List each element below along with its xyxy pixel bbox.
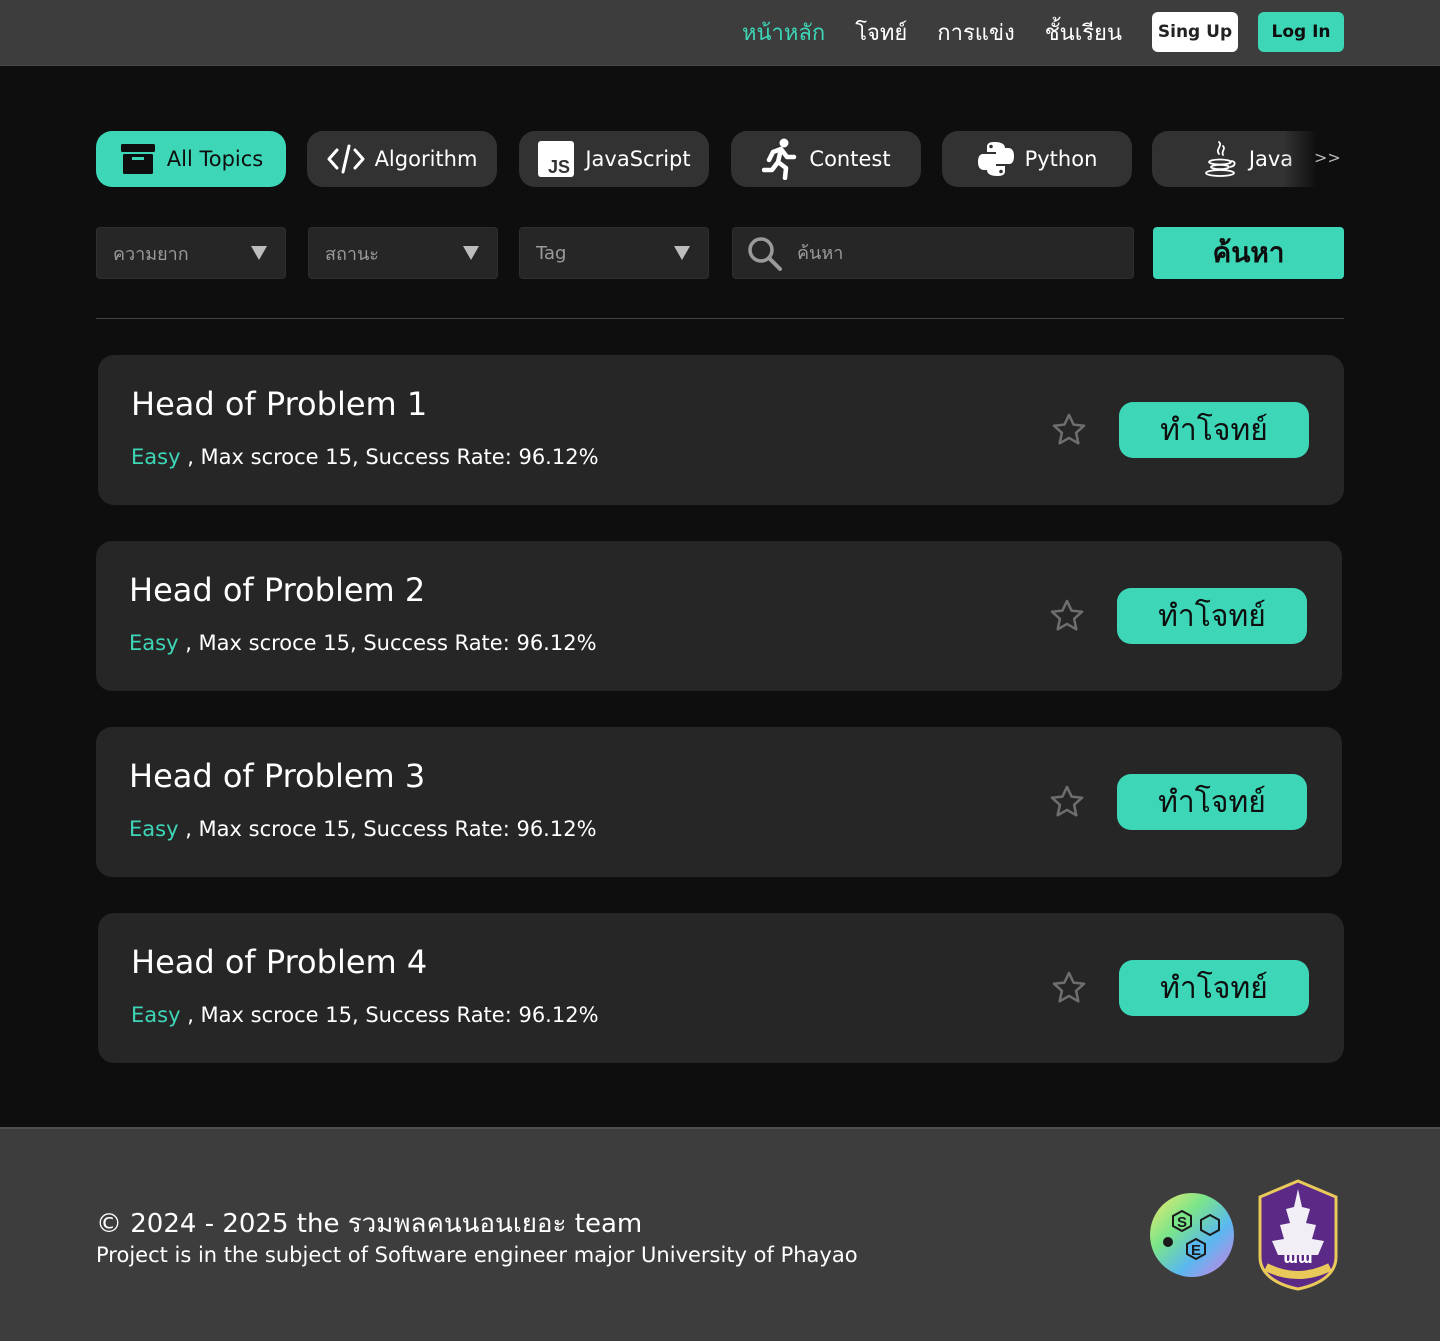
problem-meta: Easy , Max scroce 15, Success Rate: 96.1… <box>129 817 597 841</box>
project-note: Project is in the subject of Software en… <box>96 1243 858 1267</box>
difficulty-label: Easy <box>129 631 179 655</box>
java-icon <box>1201 140 1239 178</box>
favorite-star-icon[interactable] <box>1050 411 1088 449</box>
status-select-value: สถานะ <box>325 243 379 265</box>
status-select[interactable]: สถานะ <box>308 227 498 279</box>
running-icon <box>761 138 799 180</box>
tab-algorithm[interactable]: Algorithm <box>307 131 497 187</box>
navbar: หน้าหลัก โจทย์ การแข่ง ชั้นเรียน Sing Up… <box>0 0 1440 66</box>
problem-title: Head of Problem 2 <box>129 571 426 609</box>
footer: © 2024 - 2025 the รวมพลคนนอนเยอะ team Pr… <box>0 1127 1440 1341</box>
tab-label: Contest <box>809 147 891 171</box>
university-logo: ɯɯ <box>1254 1179 1342 1291</box>
favorite-star-icon[interactable] <box>1050 969 1088 1007</box>
difficulty-label: Easy <box>129 817 179 841</box>
problem-stats: , Max scroce 15, Success Rate: 96.12% <box>180 445 599 469</box>
problem-card: Head of Problem 4 Easy , Max scroce 15, … <box>98 913 1344 1063</box>
problem-stats: , Max scroce 15, Success Rate: 96.12% <box>178 817 597 841</box>
nav-links: หน้าหลัก โจทย์ การแข่ง ชั้นเรียน Sing Up… <box>742 12 1344 52</box>
difficulty-select-value: ความยาก <box>113 243 189 265</box>
tab-label: JavaScript <box>585 147 691 171</box>
tab-javascript[interactable]: JS JavaScript <box>519 131 709 187</box>
tag-select[interactable]: Tag <box>519 227 709 279</box>
js-icon: JS <box>537 140 575 178</box>
python-icon <box>977 140 1015 178</box>
tab-label: Algorithm <box>374 147 478 171</box>
solve-button[interactable]: ทำโจทย์ <box>1117 774 1307 830</box>
difficulty-label: Easy <box>131 445 181 469</box>
caret-down-icon <box>674 246 690 260</box>
tab-all-topics[interactable]: All Topics <box>96 131 286 187</box>
svg-text:ɯɯ: ɯɯ <box>1283 1251 1312 1267</box>
nav-link-problems[interactable]: โจทย์ <box>855 15 907 50</box>
nav-link-classes[interactable]: ชั้นเรียน <box>1045 15 1122 50</box>
solve-button[interactable]: ทำโจทย์ <box>1119 402 1309 458</box>
divider <box>96 318 1344 319</box>
se-logo: S E <box>1149 1192 1235 1278</box>
problem-stats: , Max scroce 15, Success Rate: 96.12% <box>180 1003 599 1027</box>
difficulty-select[interactable]: ความยาก <box>96 227 286 279</box>
svg-text:JS: JS <box>548 157 570 177</box>
search-box <box>732 227 1134 279</box>
nav-link-home[interactable]: หน้าหลัก <box>742 15 825 50</box>
copyright-text: © 2024 - 2025 the รวมพลคนนอนเยอะ team <box>96 1209 643 1239</box>
problem-title: Head of Problem 1 <box>131 385 428 423</box>
tag-select-value: Tag <box>536 242 567 264</box>
problem-card: Head of Problem 3 Easy , Max scroce 15, … <box>96 727 1342 877</box>
tab-label: Python <box>1024 147 1098 171</box>
solve-button[interactable]: ทำโจทย์ <box>1119 960 1309 1016</box>
signup-button[interactable]: Sing Up <box>1152 12 1238 52</box>
topics-scroll-right[interactable]: >> <box>1314 148 1341 167</box>
archive-icon <box>119 140 157 178</box>
tab-contest[interactable]: Contest <box>731 131 921 187</box>
topic-tabs: All Topics Algorithm JS JavaScript Conte… <box>96 131 1344 187</box>
problem-card: Head of Problem 2 Easy , Max scroce 15, … <box>96 541 1342 691</box>
favorite-star-icon[interactable] <box>1048 597 1086 635</box>
problem-meta: Easy , Max scroce 15, Success Rate: 96.1… <box>129 631 597 655</box>
problem-stats: , Max scroce 15, Success Rate: 96.12% <box>178 631 597 655</box>
problem-card: Head of Problem 1 Easy , Max scroce 15, … <box>98 355 1344 505</box>
problem-meta: Easy , Max scroce 15, Success Rate: 96.1… <box>131 1003 599 1027</box>
nav-link-contests[interactable]: การแข่ง <box>937 15 1014 50</box>
search-button[interactable]: ค้นหา <box>1153 227 1344 279</box>
svg-text:S: S <box>1177 1214 1187 1231</box>
problem-meta: Easy , Max scroce 15, Success Rate: 96.1… <box>131 445 599 469</box>
caret-down-icon <box>463 246 479 260</box>
svg-text:E: E <box>1191 1242 1201 1259</box>
problem-title: Head of Problem 4 <box>131 943 428 981</box>
search-input[interactable] <box>797 228 1117 278</box>
code-icon <box>327 140 365 178</box>
tab-label: All Topics <box>166 147 264 171</box>
solve-button[interactable]: ทำโจทย์ <box>1117 588 1307 644</box>
problem-title: Head of Problem 3 <box>129 757 426 795</box>
favorite-star-icon[interactable] <box>1048 783 1086 821</box>
difficulty-label: Easy <box>131 1003 181 1027</box>
caret-down-icon <box>251 246 267 260</box>
tab-python[interactable]: Python <box>942 131 1132 187</box>
search-icon <box>747 236 783 272</box>
login-button[interactable]: Log In <box>1258 12 1344 52</box>
